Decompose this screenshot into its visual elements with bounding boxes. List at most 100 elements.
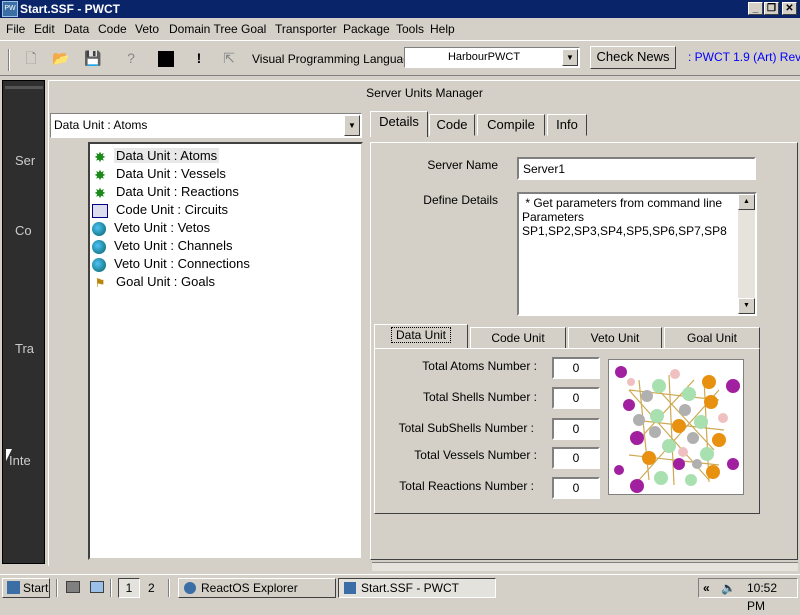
title-bar[interactable]: PW Start.SSF - PWCT _ ❐ ✕ [0,0,800,18]
menu-goal[interactable]: Goal [241,22,266,36]
tree-item-goals[interactable]: ⚑ Goal Unit : Goals [92,273,217,290]
open-folder-icon[interactable]: 📂 [52,50,70,66]
start-button[interactable]: Start [2,578,50,598]
volume-icon[interactable]: 🔈 [721,579,736,597]
subtab-code-unit[interactable]: Code Unit [470,327,566,349]
toolbar: 🗋 📂 💾 ? ! ⇱ Visual Programming Language … [0,40,800,76]
chevron-down-icon[interactable]: ▼ [344,115,360,136]
goal-icon: ⚑ [94,275,106,290]
vpl-label: Visual Programming Language [252,52,417,66]
language-value: HarbourPWCT [447,51,521,63]
bottom-scrollbar[interactable] [372,562,798,571]
tree-item-connections[interactable]: Veto Unit : Connections [92,255,252,272]
atom-icon: ✸ [94,166,106,183]
total-subshells-label: Total SubShells Number : [398,421,534,435]
scroll-up-icon[interactable]: ▲ [738,194,755,210]
new-file-icon[interactable]: 🗋 [22,50,40,66]
total-reactions-label: Total Reactions Number : [399,479,534,493]
scroll-down-icon[interactable]: ▼ [738,298,755,314]
atom-icon: ✸ [94,184,106,201]
menu-file[interactable]: File [6,22,25,36]
version-label: : PWCT 1.9 (Art) Rev [688,50,800,64]
taskbar-app-explorer[interactable]: ReactOS Explorer [178,578,336,598]
menu-package[interactable]: Package [343,22,390,36]
exit-icon[interactable]: ⇱ [220,50,238,66]
help-icon[interactable]: ? [122,50,140,66]
desktop-1-button[interactable]: 1 [118,578,140,598]
tray-expand-icon[interactable]: « [703,579,710,597]
desktop-2-button[interactable]: 2 [148,581,155,595]
tree-item-reactions[interactable]: ✸ Data Unit : Reactions [92,183,241,200]
subtab-data-unit[interactable]: Data Unit [374,324,468,349]
menu-domain-tree[interactable]: Domain Tree [169,22,238,36]
taskbar-app-explorer-label: ReactOS Explorer [201,581,298,595]
clock[interactable]: 10:52 PM [747,579,797,615]
taskbar-separator [168,579,170,597]
taskbar-app-pwct[interactable]: Start.SSF - PWCT [338,578,496,598]
tree-item-circuits[interactable]: Code Unit : Circuits [92,201,230,218]
menu-data[interactable]: Data [64,22,89,36]
tree-item-vessels[interactable]: ✸ Data Unit : Vessels [92,165,228,182]
total-shells-label: Total Shells Number : [422,390,537,404]
check-news-button[interactable]: Check News [590,46,676,69]
close-button[interactable]: ✕ [782,2,797,15]
menu-code[interactable]: Code [98,22,127,36]
maximize-button[interactable]: ❐ [764,2,779,15]
unit-select[interactable]: Data Unit : Atoms ▼ [50,113,362,138]
explorer-icon [184,582,196,594]
menu-transporter[interactable]: Transporter [275,22,337,36]
menu-veto[interactable]: Veto [135,22,159,36]
define-details-label: Define Details [423,193,498,207]
show-desktop-icon[interactable] [66,581,80,593]
circuit-icon [92,203,108,218]
system-tray: « 🔈 10:52 PM [698,578,798,613]
tab-compile[interactable]: Compile [477,114,545,136]
side-panel: Ser Co Tra Inte [2,80,45,564]
side-label-server[interactable]: Ser [15,153,45,168]
panel-title: Server Units Manager [48,80,800,106]
total-reactions-value: 0 [552,477,600,499]
explorer-quicklaunch-icon[interactable] [90,581,104,593]
tab-info[interactable]: Info [547,114,587,136]
globe-icon [92,221,106,236]
menu-edit[interactable]: Edit [34,22,55,36]
language-select[interactable]: HarbourPWCT ▼ [404,47,580,68]
globe-icon [92,239,106,254]
unit-tree[interactable]: ✸ Data Unit : Atoms ✸ Data Unit : Vessels … [88,142,363,560]
save-icon[interactable]: 💾 [84,50,102,66]
chevron-down-icon[interactable]: ▼ [562,49,578,66]
side-divider [5,86,43,89]
subtab-goal-unit[interactable]: Goal Unit [664,327,760,349]
total-vessels-value: 0 [552,447,600,469]
tab-code[interactable]: Code [429,114,475,136]
subtab-veto-unit[interactable]: Veto Unit [568,327,662,349]
minimize-button[interactable]: _ [748,2,763,15]
side-label-interface[interactable]: Inte [9,453,39,468]
toolbar-grip [8,49,10,71]
start-label: Start [23,581,49,595]
server-name-field[interactable]: Server1 [517,157,756,180]
total-vessels-label: Total Vessels Number : [414,448,537,462]
menu-help[interactable]: Help [430,22,455,36]
pwct-icon [344,582,356,594]
tab-details[interactable]: Details [370,111,428,137]
tree-item-atoms[interactable]: ✸ Data Unit : Atoms [92,147,220,164]
tree-item-vetos[interactable]: Veto Unit : Vetos [92,219,212,236]
total-atoms-label: Total Atoms Number : [422,359,537,373]
taskbar-app-pwct-label: Start.SSF - PWCT [361,581,460,595]
menu-tools[interactable]: Tools [396,22,424,36]
taskbar: Start 1 2 ReactOS Explorer Start.SSF - P… [0,574,800,613]
server-name-value: Server1 [523,162,566,176]
define-details-text: * Get parameters from command line Param… [522,196,727,238]
tree-item-channels[interactable]: Veto Unit : Channels [92,237,235,254]
stop-icon[interactable] [158,51,174,67]
side-label-transporter[interactable]: Tra [15,341,45,356]
total-shells-value: 0 [552,387,600,409]
side-label-code[interactable]: Co [15,223,45,238]
total-subshells-value: 0 [552,418,600,440]
exclamation-icon[interactable]: ! [190,50,208,66]
define-details-textarea[interactable]: * Get parameters from command line Param… [517,192,757,316]
total-atoms-value: 0 [552,357,600,379]
details-scrollbar[interactable]: ▲ ▼ [738,194,755,314]
window-title: Start.SSF - PWCT [20,2,121,16]
